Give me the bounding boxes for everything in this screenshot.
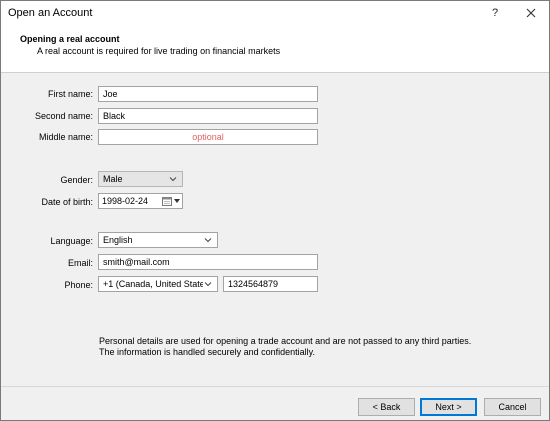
back-button[interactable]: < Back [358, 398, 415, 416]
privacy-notice-line-1: Personal details are used for opening a … [99, 336, 472, 346]
calendar-icon[interactable] [162, 196, 172, 206]
phone-country-value: +1 (Canada, United State [103, 279, 203, 289]
email-field[interactable]: smith@mail.com [98, 254, 318, 270]
language-value: English [103, 235, 133, 245]
gender-select[interactable]: Male [98, 171, 183, 187]
date-of-birth-value: 1998-02-24 [102, 196, 149, 206]
next-button[interactable]: Next > [420, 398, 477, 416]
dialog-footer: < Back Next > Cancel [1, 386, 549, 420]
window-title: Open an Account [8, 7, 93, 19]
language-label: Language: [50, 236, 93, 246]
cancel-button[interactable]: Cancel [484, 398, 541, 416]
date-of-birth-label: Date of birth: [41, 197, 93, 207]
close-icon [526, 8, 536, 18]
gender-label: Gender: [60, 175, 93, 185]
page-title: Opening a real account [20, 34, 120, 44]
privacy-notice-line-2: The information is handled securely and … [99, 347, 315, 357]
help-button[interactable]: ? [479, 1, 511, 25]
phone-country-select[interactable]: +1 (Canada, United State [98, 276, 218, 292]
close-button[interactable] [515, 1, 547, 25]
second-name-label: Second name: [34, 111, 93, 121]
chevron-down-icon [169, 177, 177, 182]
second-name-field[interactable]: Black [98, 108, 318, 124]
language-select[interactable]: English [98, 232, 218, 248]
title-bar: Open an Account ? [1, 1, 549, 25]
phone-label: Phone: [64, 280, 93, 290]
first-name-label: First name: [47, 89, 93, 99]
first-name-field[interactable]: Joe [98, 86, 318, 102]
gender-value: Male [103, 174, 123, 184]
date-of-birth-picker[interactable]: 1998-02-24 [98, 193, 183, 209]
chevron-down-icon [204, 238, 212, 243]
middle-name-label: Middle name: [38, 132, 93, 142]
dropdown-arrow-icon[interactable] [174, 199, 180, 203]
email-label: Email: [67, 258, 93, 268]
middle-name-field[interactable]: optional [98, 129, 318, 145]
page-header: Opening a real account A real account is… [1, 25, 549, 73]
open-account-dialog: Open an Account ? Opening a real account… [0, 0, 550, 421]
page-subtitle: A real account is required for live trad… [37, 46, 281, 56]
phone-number-field[interactable]: 1324564879 [223, 276, 318, 292]
chevron-down-icon [204, 282, 212, 287]
